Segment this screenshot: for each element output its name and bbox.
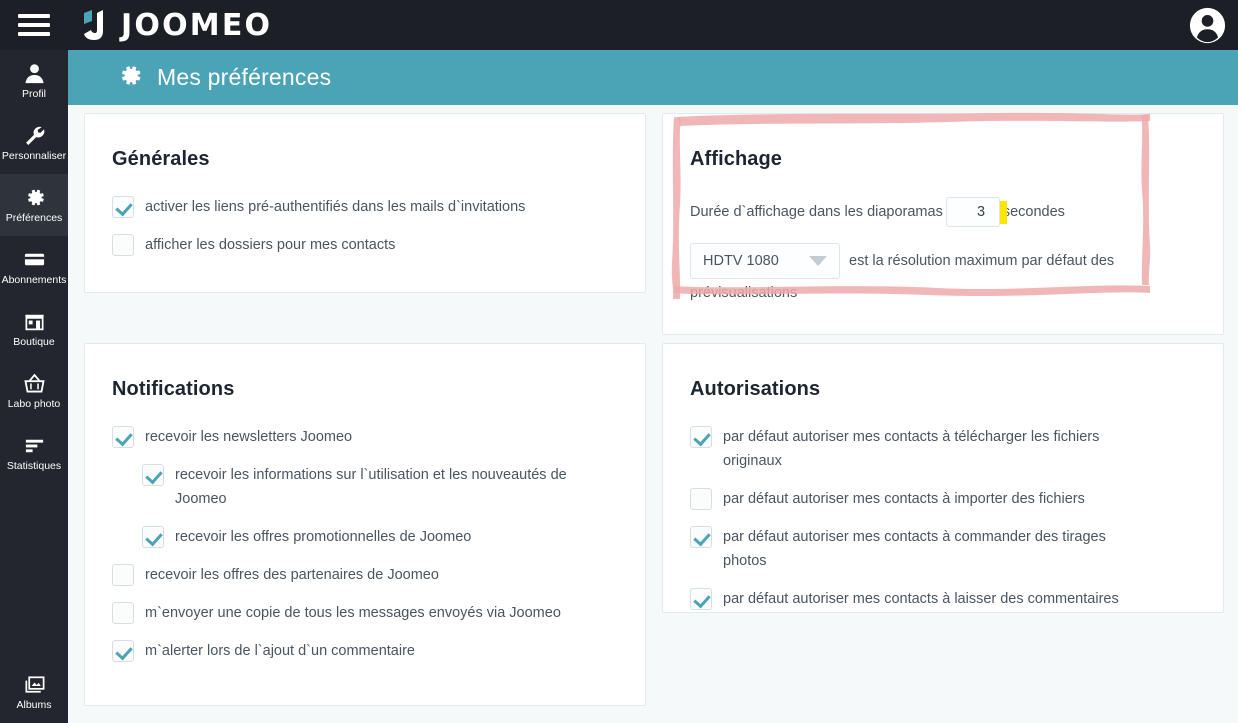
duration-suffix-label: secondes [1002, 204, 1065, 220]
option-label: recevoir les offres des partenaires de J… [145, 567, 439, 583]
option-row[interactable]: recevoir les informations sur l`utilisat… [142, 463, 645, 511]
sidebar: Profil Personnaliser Préférences Abonnem… [0, 50, 68, 723]
sidebar-label: Labo photo [7, 398, 61, 410]
option-row[interactable]: activer les liens pré-authentifiés dans … [112, 195, 645, 219]
option-row[interactable]: recevoir les offres promotionnelles de J… [142, 525, 645, 549]
option-label: par défaut autoriser mes contacts à télé… [723, 429, 1100, 469]
sidebar-label: Boutique [13, 336, 55, 348]
card-icon [23, 248, 46, 271]
option-label: recevoir les informations sur l`utilisat… [175, 467, 567, 507]
card-notifications: Notifications recevoir les newsletters J… [84, 343, 646, 706]
sidebar-label: Préférences [5, 212, 63, 224]
sidebar-label: Abonnements [1, 274, 67, 286]
option-label: par défaut autoriser mes contacts à impo… [723, 491, 1085, 507]
chevron-down-icon [809, 256, 827, 266]
brand-name: JOOMEO [121, 7, 273, 43]
checkbox-activer-liens-pre-authentifies[interactable] [112, 196, 134, 218]
option-label: m`envoyer une copie de tous les messages… [145, 605, 561, 621]
page-title: Mes préférences [157, 64, 332, 90]
option-row[interactable]: m`alerter lors de l`ajout d`un commentai… [112, 639, 645, 663]
gear-icon [116, 62, 143, 94]
hamburger-menu-icon[interactable] [0, 0, 68, 50]
bars-icon [23, 434, 46, 457]
option-row[interactable]: par défaut autoriser mes contacts à comm… [690, 525, 1223, 573]
sidebar-label: Statistiques [6, 460, 62, 472]
option-row[interactable]: recevoir les offres des partenaires de J… [112, 563, 645, 587]
affichage-body: Durée d`affichage dans les diaporamas 3 … [663, 171, 1223, 307]
card-affichage: Affichage Durée d`affichage dans les dia… [662, 113, 1224, 335]
card-title: Notifications [112, 378, 235, 400]
checkbox-alerter-commentaire[interactable] [112, 640, 134, 662]
checkbox-recevoir-offres-promotionnelles[interactable] [142, 526, 164, 548]
sidebar-label: Albums [16, 699, 52, 711]
resolution-selected-value: HDTV 1080 [703, 253, 779, 269]
wrench-icon [23, 124, 46, 147]
option-label: par défaut autoriser mes contacts à comm… [723, 529, 1106, 569]
generales-options: activer les liens pré-authentifiés dans … [85, 171, 645, 257]
option-label: recevoir les offres promotionnelles de J… [175, 529, 472, 545]
checkbox-importer-fichiers[interactable] [690, 488, 712, 510]
joomeo-mark-icon [84, 9, 103, 40]
checkbox-recevoir-informations[interactable] [142, 464, 164, 486]
option-label: activer les liens pré-authentifiés dans … [145, 199, 526, 215]
option-label: recevoir les newsletters Joomeo [145, 429, 353, 445]
sidebar-label: Profil [22, 88, 46, 100]
sidebar-item-labo-photo[interactable]: Labo photo [0, 360, 68, 422]
sidebar-item-abonnements[interactable]: Abonnements [0, 236, 68, 298]
checkbox-telecharger-originaux[interactable] [690, 426, 712, 448]
notifications-options: recevoir les newsletters Joomeo recevoir… [85, 401, 645, 663]
shop-icon [23, 310, 46, 333]
sidebar-item-preferences[interactable]: Préférences [0, 174, 68, 236]
gear-icon [23, 186, 46, 209]
brand-logo[interactable]: JOOMEO [81, 8, 272, 43]
page-header: Mes préférences [68, 50, 1238, 105]
top-bar: JOOMEO [0, 0, 1238, 50]
sidebar-label: Personnaliser [1, 150, 67, 162]
option-row[interactable]: m`envoyer une copie de tous les messages… [112, 601, 645, 625]
card-title: Affichage [690, 148, 783, 170]
slideshow-duration-input[interactable] [945, 197, 1000, 227]
slideshow-duration-row: Durée d`affichage dans les diaporamas 3 … [690, 197, 1223, 227]
resolution-row: HDTV 1080 est la résolution maximum par … [690, 243, 1223, 307]
sidebar-item-personnaliser[interactable]: Personnaliser [0, 112, 68, 174]
basket-icon [23, 372, 46, 395]
option-row[interactable]: par défaut autoriser mes contacts à télé… [690, 425, 1223, 473]
checkbox-recevoir-offres-partenaires[interactable] [112, 564, 134, 586]
checkbox-laisser-commentaires[interactable] [690, 588, 712, 610]
option-label: m`alerter lors de l`ajout d`un commentai… [145, 643, 415, 659]
sidebar-item-statistiques[interactable]: Statistiques [0, 422, 68, 484]
content-area: Générales activer les liens pré-authenti… [68, 105, 1238, 723]
card-autorisations: Autorisations par défaut autoriser mes c… [662, 343, 1224, 613]
option-label: par défaut autoriser mes contacts à lais… [723, 591, 1119, 607]
option-row[interactable]: recevoir les newsletters Joomeo [112, 425, 645, 449]
checkbox-afficher-dossiers-contacts[interactable] [112, 234, 134, 256]
checkbox-commander-tirages[interactable] [690, 526, 712, 548]
card-title: Générales [112, 148, 210, 170]
sidebar-item-profil[interactable]: Profil [0, 50, 68, 112]
card-generales: Générales activer les liens pré-authenti… [84, 113, 646, 293]
user-icon [23, 62, 46, 85]
checkbox-recevoir-newsletters[interactable] [112, 426, 134, 448]
resolution-dropdown[interactable]: HDTV 1080 [690, 243, 840, 279]
autorisations-options: par défaut autoriser mes contacts à télé… [663, 401, 1223, 611]
option-row[interactable]: par défaut autoriser mes contacts à impo… [690, 487, 1223, 511]
user-avatar-icon[interactable] [1189, 7, 1226, 44]
albums-icon [23, 673, 46, 696]
option-row[interactable]: par défaut autoriser mes contacts à lais… [690, 587, 1223, 611]
card-title: Autorisations [690, 378, 821, 400]
checkbox-copie-messages[interactable] [112, 602, 134, 624]
option-row[interactable]: afficher les dossiers pour mes contacts [112, 233, 645, 257]
duration-prefix-label: Durée d`affichage dans les diaporamas [690, 204, 943, 220]
sidebar-item-boutique[interactable]: Boutique [0, 298, 68, 360]
sidebar-item-albums[interactable]: Albums [0, 661, 68, 723]
option-label: afficher les dossiers pour mes contacts [145, 237, 396, 253]
